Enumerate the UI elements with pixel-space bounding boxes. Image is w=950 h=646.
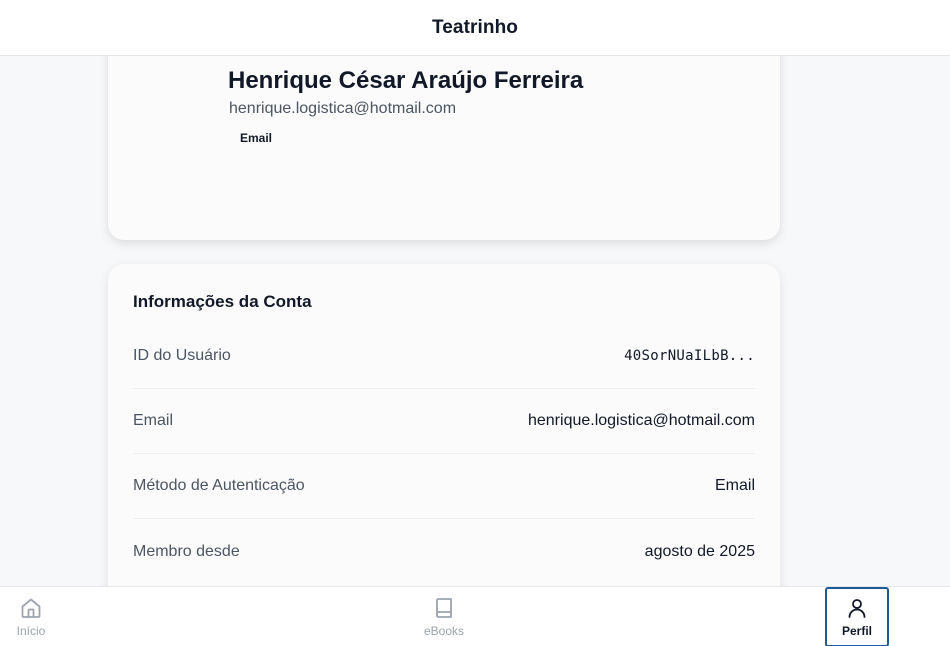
account-info-card: Informações da Conta ID do Usuário 40Sor… xyxy=(108,264,780,586)
app-root: Teatrinho Henrique César Araújo Ferreira… xyxy=(0,0,950,646)
app-header: Teatrinho xyxy=(0,0,950,56)
account-info-list: ID do Usuário 40SorNUaILbB... Email henr… xyxy=(133,324,755,584)
info-row-auth-method: Método de Autenticação Email xyxy=(133,454,755,519)
home-icon xyxy=(19,596,43,620)
email-value: henrique.logistica@hotmail.com xyxy=(527,412,755,429)
info-label: Email xyxy=(133,412,174,429)
nav-item-ebooks[interactable]: eBooks xyxy=(414,587,474,646)
info-label: Método de Autenticação xyxy=(133,477,305,494)
account-info-title: Informações da Conta xyxy=(133,292,312,311)
profile-scroll-area[interactable]: Henrique César Araújo Ferreira henrique.… xyxy=(0,56,950,586)
info-label: Membro desde xyxy=(133,542,240,560)
info-row-member-since: Membro desde agosto de 2025 xyxy=(133,519,755,584)
book-icon xyxy=(432,596,456,620)
user-id-value: 40SorNUaILbB... xyxy=(624,348,755,364)
profile-email: henrique.logistica@hotmail.com xyxy=(229,100,457,117)
nav-label-profile: Perfil xyxy=(841,624,872,638)
bottom-navigation: Início eBooks Perfil xyxy=(0,586,950,646)
profile-name: Henrique César Araújo Ferreira xyxy=(228,67,584,94)
info-row-user-id: ID do Usuário 40SorNUaILbB... xyxy=(133,324,755,389)
member-since-value: agosto de 2025 xyxy=(644,542,755,560)
nav-item-home[interactable]: Início xyxy=(6,587,56,646)
nav-label-home: Início xyxy=(16,624,46,638)
profile-card: Henrique César Araújo Ferreira henrique.… xyxy=(108,56,780,240)
app-title: Teatrinho xyxy=(431,16,519,38)
user-icon xyxy=(845,596,869,620)
info-label: ID do Usuário xyxy=(133,347,231,364)
nav-label-ebooks: eBooks xyxy=(423,624,465,638)
nav-item-profile[interactable]: Perfil xyxy=(825,587,889,646)
info-row-email: Email henrique.logistica@hotmail.com xyxy=(133,389,755,454)
auth-method-badge: Email xyxy=(229,128,284,148)
auth-method-value: Email xyxy=(714,477,755,494)
